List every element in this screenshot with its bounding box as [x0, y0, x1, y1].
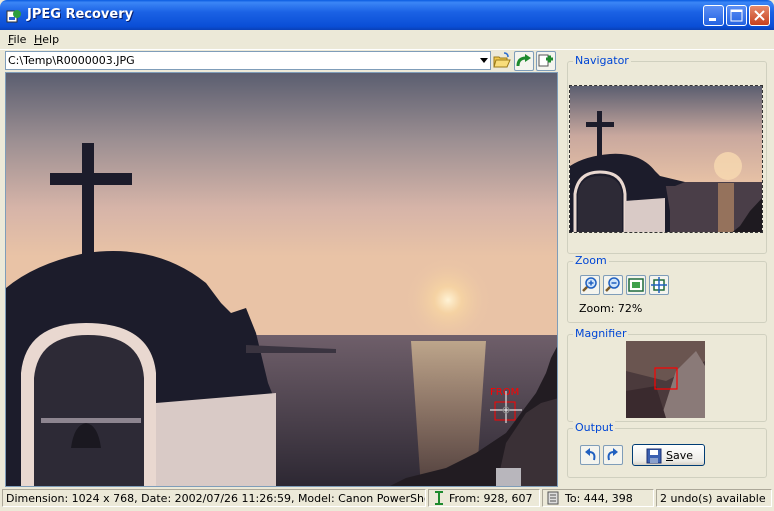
status-from-text: From: 928, 607: [449, 492, 533, 505]
status-from: From: 928, 607: [428, 489, 540, 507]
photo-sunset: FROM: [6, 73, 557, 486]
magnifier-view: [626, 341, 705, 418]
path-combobox[interactable]: C:\Temp\R0000003.JPG: [5, 51, 491, 70]
zoom-out-button[interactable]: [603, 275, 623, 295]
open-folder-icon: [493, 52, 511, 68]
save-disk-icon: [646, 448, 662, 464]
marker-label: FROM: [490, 387, 519, 398]
save-label: Save: [666, 449, 694, 462]
menu-help[interactable]: Help: [34, 33, 59, 46]
path-value: C:\Temp\R0000003.JPG: [8, 54, 135, 67]
fit-window-button[interactable]: [626, 275, 646, 295]
to-marker-icon: [547, 491, 559, 505]
status-undo: 2 undo(s) available: [656, 489, 772, 507]
zoom-out-icon: [605, 277, 620, 292]
menu-file[interactable]: File: [8, 33, 26, 46]
open-file-button[interactable]: [492, 51, 512, 71]
status-to-text: To: 444, 398: [565, 492, 633, 505]
menu-bar: File Help: [0, 30, 774, 49]
zoom-level-label: Zoom: 72%: [579, 302, 643, 315]
window-title: JPEG Recovery: [27, 7, 134, 22]
output-title: Output: [573, 421, 616, 434]
close-icon: [754, 10, 765, 21]
app-window: JPEG Recovery File Help C:\Temp\R0000003…: [0, 0, 774, 511]
navigator-title: Navigator: [573, 54, 631, 67]
add-icon: [538, 54, 553, 67]
status-to: To: 444, 398: [542, 489, 654, 507]
maximize-icon: [730, 9, 743, 22]
magnifier-title: Magnifier: [573, 327, 629, 340]
undo-button[interactable]: [580, 445, 600, 465]
maximize-button[interactable]: [726, 5, 747, 26]
redo-icon: [607, 448, 618, 461]
menu-divider: [0, 49, 774, 50]
zoom-title: Zoom: [573, 254, 609, 267]
navigator-photo: [570, 86, 762, 232]
save-button[interactable]: Save: [632, 444, 705, 466]
status-undo-text: 2 undo(s) available: [660, 492, 766, 505]
add-button[interactable]: [536, 51, 556, 71]
redo-button[interactable]: [603, 445, 623, 465]
status-info-text: Dimension: 1024 x 768, Date: 2002/07/26 …: [6, 492, 426, 505]
navigator-thumbnail[interactable]: [569, 85, 763, 233]
app-icon: [6, 10, 21, 23]
image-viewer[interactable]: FROM: [5, 72, 558, 487]
undo-icon: [585, 448, 596, 461]
title-bar[interactable]: JPEG Recovery: [0, 0, 774, 30]
magnifier-photo: [626, 341, 705, 418]
zoom-in-icon: [582, 277, 597, 292]
zoom-in-button[interactable]: [580, 275, 600, 295]
recover-button[interactable]: [514, 51, 534, 71]
from-marker-icon: [435, 491, 443, 505]
status-bar: Dimension: 1024 x 768, Date: 2002/07/26 …: [0, 489, 774, 511]
status-image-info: Dimension: 1024 x 768, Date: 2002/07/26 …: [2, 489, 426, 507]
redo-arrow-icon: [516, 54, 531, 67]
close-button[interactable]: [749, 5, 770, 26]
fit-window-icon: [628, 278, 644, 292]
actual-size-icon: [651, 277, 667, 293]
minimize-icon: [709, 18, 716, 21]
actual-size-button[interactable]: [649, 275, 669, 295]
dropdown-arrow-icon[interactable]: [480, 58, 488, 63]
minimize-button[interactable]: [703, 5, 724, 26]
